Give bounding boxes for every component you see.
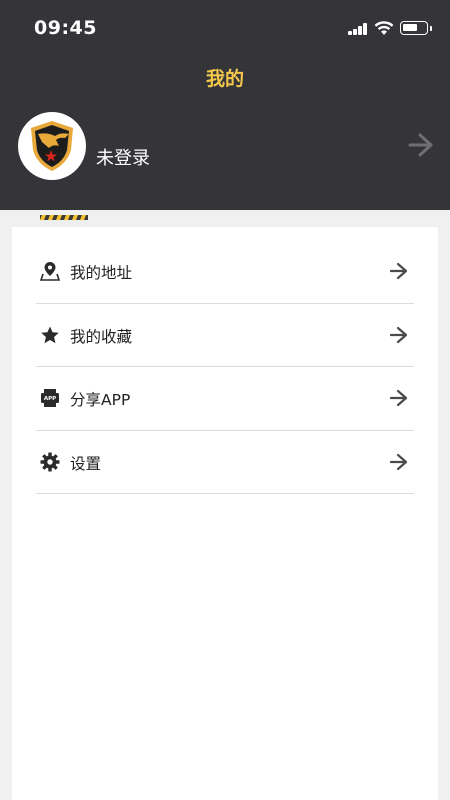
battery-icon [400,21,432,35]
status-bar: 09:45 [0,0,450,56]
menu-item-settings[interactable]: 设置 [36,431,414,494]
eagle-shield-logo-icon [31,121,73,171]
menu-list: 我的地址 我的收藏 APP 分享APP 设置 [36,240,414,494]
menu-item-label: 设置 [70,454,102,473]
location-map-icon [40,262,60,281]
menu-item-favorites[interactable]: 我的收藏 [36,304,414,367]
signal-icon [348,23,368,35]
wifi-icon [374,21,394,35]
star-icon [41,326,59,343]
arrow-right-icon [390,389,408,407]
app-share-icon: APP [41,389,59,407]
svg-text:APP: APP [44,396,56,402]
page-title: 我的 [205,68,244,90]
profile-row[interactable]: 未登录 [0,110,450,184]
status-time: 09:45 [34,17,97,39]
menu-item-label: 我的地址 [70,264,133,282]
menu-item-share-app[interactable]: APP 分享APP [36,367,414,431]
profile-name[interactable]: 未登录 [96,144,150,170]
header: 09:45 我的 未登录 [0,0,450,210]
gear-icon [40,452,60,471]
avatar[interactable] [18,112,86,180]
arrow-right-icon [390,326,408,343]
arrow-right-icon [390,262,408,280]
decorative-stripe [40,215,88,220]
menu-item-label: 我的收藏 [70,327,133,346]
menu-item-address[interactable]: 我的地址 [36,240,414,304]
arrow-right-icon [390,453,408,470]
arrow-right-icon[interactable] [408,132,434,158]
menu-item-label: 分享APP [70,391,131,409]
status-icons [338,19,432,37]
